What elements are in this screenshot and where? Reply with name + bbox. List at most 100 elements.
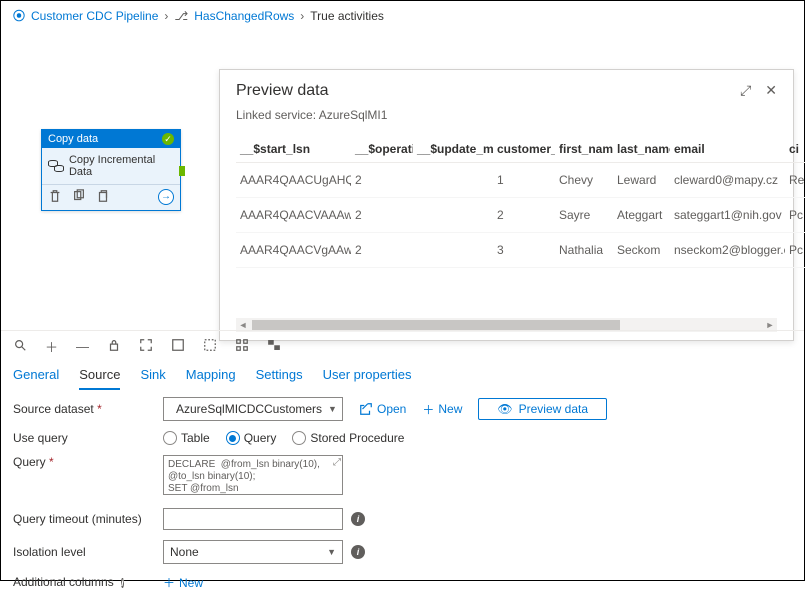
expand-textarea-icon[interactable]: ⤢ bbox=[333, 457, 341, 468]
col-operation[interactable]: __$operation bbox=[351, 136, 413, 163]
scroll-left-icon[interactable]: ◄ bbox=[236, 320, 250, 330]
linked-service-value: AzureSqlMI1 bbox=[319, 108, 388, 122]
col-city[interactable]: ci bbox=[785, 136, 805, 163]
canvas-toolbar: ＋ — bbox=[13, 337, 281, 356]
additional-columns-label: Additional columns bbox=[13, 575, 114, 589]
add-column-button[interactable]: ＋New bbox=[163, 574, 203, 591]
query-timeout-input[interactable] bbox=[163, 508, 343, 530]
cell-mask bbox=[413, 198, 493, 233]
clone-icon[interactable] bbox=[72, 189, 86, 206]
scroll-right-icon[interactable]: ► bbox=[763, 320, 777, 330]
cell-op: 2 bbox=[351, 198, 413, 233]
scrollbar-thumb[interactable] bbox=[252, 320, 620, 330]
cell-first: Nathalia bbox=[555, 233, 613, 268]
use-query-table-radio[interactable]: Table bbox=[163, 431, 210, 445]
isolation-level-select[interactable]: None ▼ bbox=[163, 540, 343, 564]
query-label: Query bbox=[13, 455, 46, 469]
close-icon[interactable]: ✕ bbox=[765, 82, 777, 99]
chevron-down-icon: ▼ bbox=[327, 547, 336, 557]
use-query-label: Use query bbox=[13, 431, 163, 445]
cell-city: Pc bbox=[785, 233, 805, 268]
table-row[interactable]: AAAR4QAACUgAHQ==2 1ChevyLewardcleward0@ma… bbox=[236, 163, 805, 198]
col-first-name[interactable]: first_name bbox=[555, 136, 613, 163]
cell-city: Re bbox=[785, 163, 805, 198]
isolation-level-label: Isolation level bbox=[13, 545, 163, 559]
cell-email: nseckom2@blogger.com bbox=[670, 233, 785, 268]
cell-lsn: AAAR4QAACVAAAw== bbox=[236, 198, 351, 233]
select-icon[interactable] bbox=[203, 338, 217, 355]
tab-mapping[interactable]: Mapping bbox=[186, 361, 236, 390]
linked-service-label: Linked service: bbox=[236, 108, 316, 122]
table-row[interactable]: AAAR4QAACVAAAw==22SayreAteggartsateggart… bbox=[236, 198, 805, 233]
pipeline-canvas[interactable]: Copy data ✓ Copy Incremental Data → Prev… bbox=[1, 29, 804, 329]
preview-data-button[interactable]: 👁Preview data bbox=[478, 398, 607, 420]
zoom-in-icon[interactable]: ＋ bbox=[45, 337, 58, 356]
expand-icon[interactable]: ⤢ bbox=[740, 82, 751, 99]
cell-first: Sayre bbox=[555, 198, 613, 233]
success-output-handle[interactable] bbox=[179, 166, 185, 176]
use-query-query-radio[interactable]: Query bbox=[226, 431, 277, 445]
fullscreen-icon[interactable] bbox=[171, 338, 185, 355]
copy-icon[interactable] bbox=[96, 189, 110, 206]
tab-source[interactable]: Source bbox=[79, 361, 120, 390]
breadcrumb-pipeline[interactable]: Customer CDC Pipeline bbox=[31, 9, 158, 23]
fit-icon[interactable] bbox=[139, 338, 153, 355]
table-row[interactable]: AAAR4QAACVgAAw==2 3NathaliaSeckomnseckom2… bbox=[236, 233, 805, 268]
cell-cid: 1 bbox=[493, 163, 555, 198]
lock-icon[interactable] bbox=[107, 338, 121, 355]
use-query-sp-radio[interactable]: Stored Procedure bbox=[292, 431, 404, 445]
status-success-icon: ✓ bbox=[162, 133, 174, 145]
breadcrumb: ⦿ Customer CDC Pipeline › ⎇ HasChangedRo… bbox=[1, 1, 804, 30]
col-last-name[interactable]: last_name bbox=[613, 136, 670, 163]
add-output-icon[interactable]: → bbox=[158, 189, 174, 205]
cell-lsn: AAAR4QAACUgAHQ== bbox=[236, 163, 351, 198]
source-dataset-label: Source dataset bbox=[13, 402, 94, 416]
col-customer-id[interactable]: customer_id bbox=[493, 136, 555, 163]
cell-mask bbox=[413, 233, 493, 268]
preview-table: __$start_lsn __$operation __$update_mask… bbox=[236, 136, 805, 268]
tab-general[interactable]: General bbox=[13, 361, 59, 390]
tab-settings[interactable]: Settings bbox=[256, 361, 303, 390]
col-start-lsn[interactable]: __$start_lsn bbox=[236, 136, 351, 163]
info-icon[interactable]: i bbox=[121, 578, 124, 588]
cell-email: sateggart1@nih.gov bbox=[670, 198, 785, 233]
breadcrumb-branch[interactable]: HasChangedRows bbox=[194, 9, 294, 23]
source-form: Source dataset * AzureSqlMICDCCustomers … bbox=[13, 397, 792, 601]
col-email[interactable]: email bbox=[670, 136, 785, 163]
isolation-level-value: None bbox=[170, 545, 199, 559]
source-dataset-select[interactable]: AzureSqlMICDCCustomers ▼ bbox=[163, 397, 343, 421]
copy-data-activity[interactable]: Copy data ✓ Copy Incremental Data → bbox=[41, 129, 181, 211]
cell-last: Ateggart bbox=[613, 198, 670, 233]
source-dataset-value: AzureSqlMICDCCustomers bbox=[176, 402, 322, 416]
info-icon[interactable]: i bbox=[351, 545, 365, 559]
preview-title: Preview data bbox=[236, 82, 387, 100]
cell-cid: 2 bbox=[493, 198, 555, 233]
tab-sink[interactable]: Sink bbox=[140, 361, 165, 390]
breadcrumb-leaf: True activities bbox=[310, 9, 384, 23]
search-icon[interactable] bbox=[13, 338, 27, 355]
cell-lsn: AAAR4QAACVgAAw== bbox=[236, 233, 351, 268]
delete-icon[interactable] bbox=[48, 189, 62, 206]
chevron-down-icon: ▼ bbox=[328, 404, 337, 414]
query-textarea[interactable] bbox=[163, 455, 343, 495]
open-dataset-button[interactable]: Open bbox=[359, 402, 406, 416]
activity-type-label: Copy data bbox=[48, 133, 98, 145]
preview-data-panel: Preview data Linked service: AzureSqlMI1… bbox=[219, 69, 794, 341]
layout-icon[interactable] bbox=[235, 338, 249, 355]
cell-op: 2 bbox=[351, 163, 413, 198]
cell-first: Chevy bbox=[555, 163, 613, 198]
info-icon[interactable]: i bbox=[351, 512, 365, 526]
new-dataset-button[interactable]: ＋New bbox=[422, 401, 462, 418]
activity-title: Copy Incremental Data bbox=[69, 154, 174, 178]
cell-op: 2 bbox=[351, 233, 413, 268]
cell-last: Seckom bbox=[613, 233, 670, 268]
cell-mask bbox=[413, 163, 493, 198]
tab-user-properties[interactable]: User properties bbox=[323, 361, 412, 390]
align-icon[interactable] bbox=[267, 338, 281, 355]
cell-email: cleward0@mapy.cz bbox=[670, 163, 785, 198]
cell-cid: 3 bbox=[493, 233, 555, 268]
cell-last: Leward bbox=[613, 163, 670, 198]
col-update-mask[interactable]: __$update_mask bbox=[413, 136, 493, 163]
zoom-out-icon[interactable]: — bbox=[76, 339, 89, 354]
pipeline-icon: ⦿ bbox=[13, 7, 25, 24]
